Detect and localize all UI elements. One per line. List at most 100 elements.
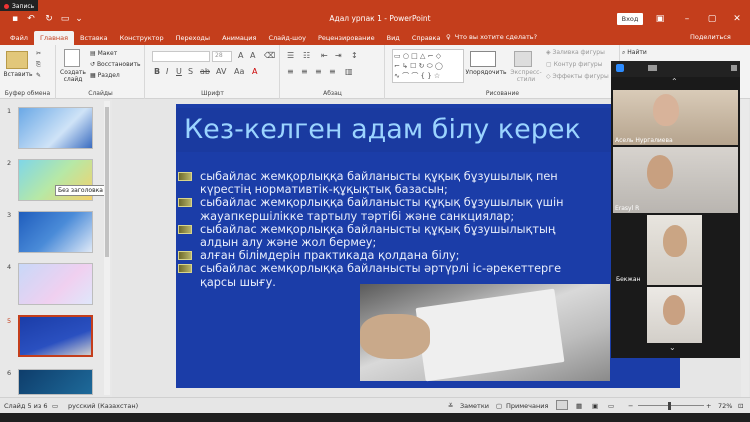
tab-help[interactable]: Справка <box>406 31 447 45</box>
align-center-icon[interactable]: ≡ <box>301 67 308 76</box>
save-icon[interactable]: ▪ <box>10 14 20 24</box>
bold-icon[interactable]: B <box>154 67 160 76</box>
quick-styles-button[interactable]: Экспресс-стили <box>508 69 544 83</box>
increase-indent-icon[interactable]: ⇥ <box>335 51 342 60</box>
find-button[interactable]: ⌕ Найти <box>622 49 647 57</box>
shape-fill-button[interactable]: ◈ Заливка фигуры <box>546 49 605 56</box>
notes-button[interactable]: Заметки <box>460 402 489 410</box>
justify-icon[interactable]: ≡ <box>329 67 336 76</box>
layout-icon[interactable] <box>648 65 657 71</box>
reset-button[interactable]: ↺ Восстановить <box>90 61 141 68</box>
font-color-icon[interactable]: A <box>252 67 257 76</box>
font-name-field[interactable] <box>152 51 210 62</box>
tab-file[interactable]: Файл <box>4 31 34 45</box>
arrange-icon[interactable] <box>470 51 496 67</box>
slide-thumbnail-4[interactable] <box>18 263 93 305</box>
align-right-icon[interactable]: ≡ <box>315 67 322 76</box>
scrollbar-thumb[interactable] <box>105 107 109 257</box>
reading-view-icon[interactable]: ▣ <box>592 402 598 410</box>
redo-icon[interactable]: ↻ <box>44 14 54 24</box>
numbering-icon[interactable]: ☷ <box>303 51 310 60</box>
new-slide-button[interactable]: Создать слайд <box>59 69 87 83</box>
zoom-slider-thumb[interactable] <box>668 402 671 410</box>
shapes-gallery[interactable]: ▭ ○ □ △ ⌐ ◇ ⌐ ↳ ☐ ↻ ⬭ ◯ ∿ ⌒ ⌒ { } ☆ <box>392 49 464 83</box>
tab-transitions[interactable]: Переходы <box>170 31 216 45</box>
spacing-icon[interactable]: AV <box>216 67 226 76</box>
signin-button[interactable]: Вход <box>617 13 643 25</box>
slideshow-icon[interactable]: ▭ <box>608 402 614 410</box>
arrange-button[interactable]: Упорядочить <box>464 69 508 76</box>
zoom-in-icon[interactable]: + <box>706 402 711 410</box>
undo-icon[interactable]: ↶ <box>26 14 36 24</box>
format-painter-icon[interactable]: ✎ <box>36 72 41 79</box>
tab-animations[interactable]: Анимация <box>216 31 262 45</box>
decrease-indent-icon[interactable]: ⇤ <box>321 51 328 60</box>
customize-toolbar-icon[interactable]: ⌄ <box>74 14 84 24</box>
slide-title[interactable]: Кез-келген адам білу керек <box>176 108 680 152</box>
shape-outline-button[interactable]: ▢ Контур фигуры <box>546 61 602 68</box>
chevron-up-icon[interactable]: ⌃ <box>671 77 678 86</box>
line-spacing-icon[interactable]: ↕ <box>351 51 358 60</box>
participant-tile[interactable] <box>647 287 702 343</box>
tab-home[interactable]: Главная <box>33 31 75 45</box>
tab-view[interactable]: Вид <box>381 31 406 45</box>
underline-icon[interactable]: U <box>176 67 182 76</box>
copy-icon[interactable]: ⎘ <box>36 61 41 69</box>
fit-to-window-icon[interactable]: ⊡ <box>738 402 743 410</box>
shrink-font-icon[interactable]: A <box>250 51 255 60</box>
section-button[interactable]: ▦ Раздел <box>90 72 120 79</box>
slide-thumbnail-5[interactable] <box>18 315 93 357</box>
ribbon-display-icon[interactable]: ▣ <box>653 13 667 25</box>
view-icon[interactable] <box>616 64 624 72</box>
slideshow-start-icon[interactable]: ▭ <box>60 14 70 24</box>
close-button[interactable]: ✕ <box>730 13 744 25</box>
editor-scrollbar[interactable] <box>741 99 749 397</box>
share-button[interactable]: Поделиться <box>690 30 731 45</box>
slide-thumbnail-3[interactable] <box>18 211 93 253</box>
strikethrough-icon[interactable]: ab <box>200 67 210 76</box>
collapse-icon[interactable] <box>731 65 737 71</box>
language-indicator[interactable]: русский (Казахстан) <box>68 402 138 410</box>
comments-icon[interactable]: ▢ <box>496 402 502 410</box>
clear-format-icon[interactable]: ⌫ <box>264 51 275 60</box>
cut-icon[interactable]: ✂ <box>36 50 41 57</box>
tab-review[interactable]: Рецензирование <box>312 31 381 45</box>
tab-insert[interactable]: Вставка <box>74 31 114 45</box>
columns-icon[interactable]: ▥ <box>345 67 353 76</box>
layout-button[interactable]: ▤ Макет <box>90 50 117 57</box>
slide-thumbnail-1[interactable] <box>18 107 93 149</box>
participant-tile[interactable]: Erasyl R <box>613 147 738 213</box>
zoom-level[interactable]: 72% <box>718 402 732 410</box>
tab-design[interactable]: Конструктор <box>114 31 170 45</box>
current-slide[interactable]: Кез-келген адам білу керек сыбайлас жемқ… <box>176 104 680 388</box>
tell-me-search[interactable]: ♀ Что вы хотите сделать? <box>446 30 537 45</box>
participant-tile[interactable] <box>647 215 702 285</box>
tab-slideshow[interactable]: Слайд-шоу <box>262 31 312 45</box>
spellcheck-icon[interactable]: ▭ <box>52 402 58 410</box>
case-icon[interactable]: Aa <box>234 67 244 76</box>
slide-thumbnail-6[interactable] <box>18 369 93 395</box>
shadow-icon[interactable]: S <box>188 67 193 76</box>
quick-styles-icon[interactable] <box>514 51 532 67</box>
grow-font-icon[interactable]: A <box>238 51 243 60</box>
participant-tile[interactable]: Асель Нургалиева <box>613 90 738 145</box>
paste-button[interactable]: Вставить <box>2 71 34 78</box>
shape-effects-button[interactable]: ◇ Эффекты фигуры <box>546 73 609 80</box>
comments-button[interactable]: Примечания <box>506 402 548 410</box>
slide-bullets[interactable]: сыбайлас жемқорлыққа байланысты құқық бұ… <box>178 170 678 289</box>
italic-icon[interactable]: I <box>166 67 168 76</box>
zoom-slider[interactable] <box>638 405 704 406</box>
chevron-down-icon[interactable]: ⌄ <box>669 343 676 352</box>
minimize-button[interactable]: – <box>680 13 694 25</box>
thumbnail-scrollbar[interactable] <box>104 101 110 395</box>
normal-view-icon[interactable] <box>556 400 568 410</box>
bullets-icon[interactable]: ☰ <box>287 51 294 60</box>
slide-sorter-icon[interactable]: ▦ <box>576 402 582 410</box>
new-slide-icon[interactable] <box>64 49 80 67</box>
slide-photo[interactable] <box>360 284 610 382</box>
align-left-icon[interactable]: ≡ <box>287 67 294 76</box>
zoom-out-icon[interactable]: − <box>628 402 633 410</box>
notes-icon[interactable]: ≚ <box>448 402 453 410</box>
font-size-field[interactable]: 28 <box>212 51 232 62</box>
paste-icon[interactable] <box>6 51 28 69</box>
